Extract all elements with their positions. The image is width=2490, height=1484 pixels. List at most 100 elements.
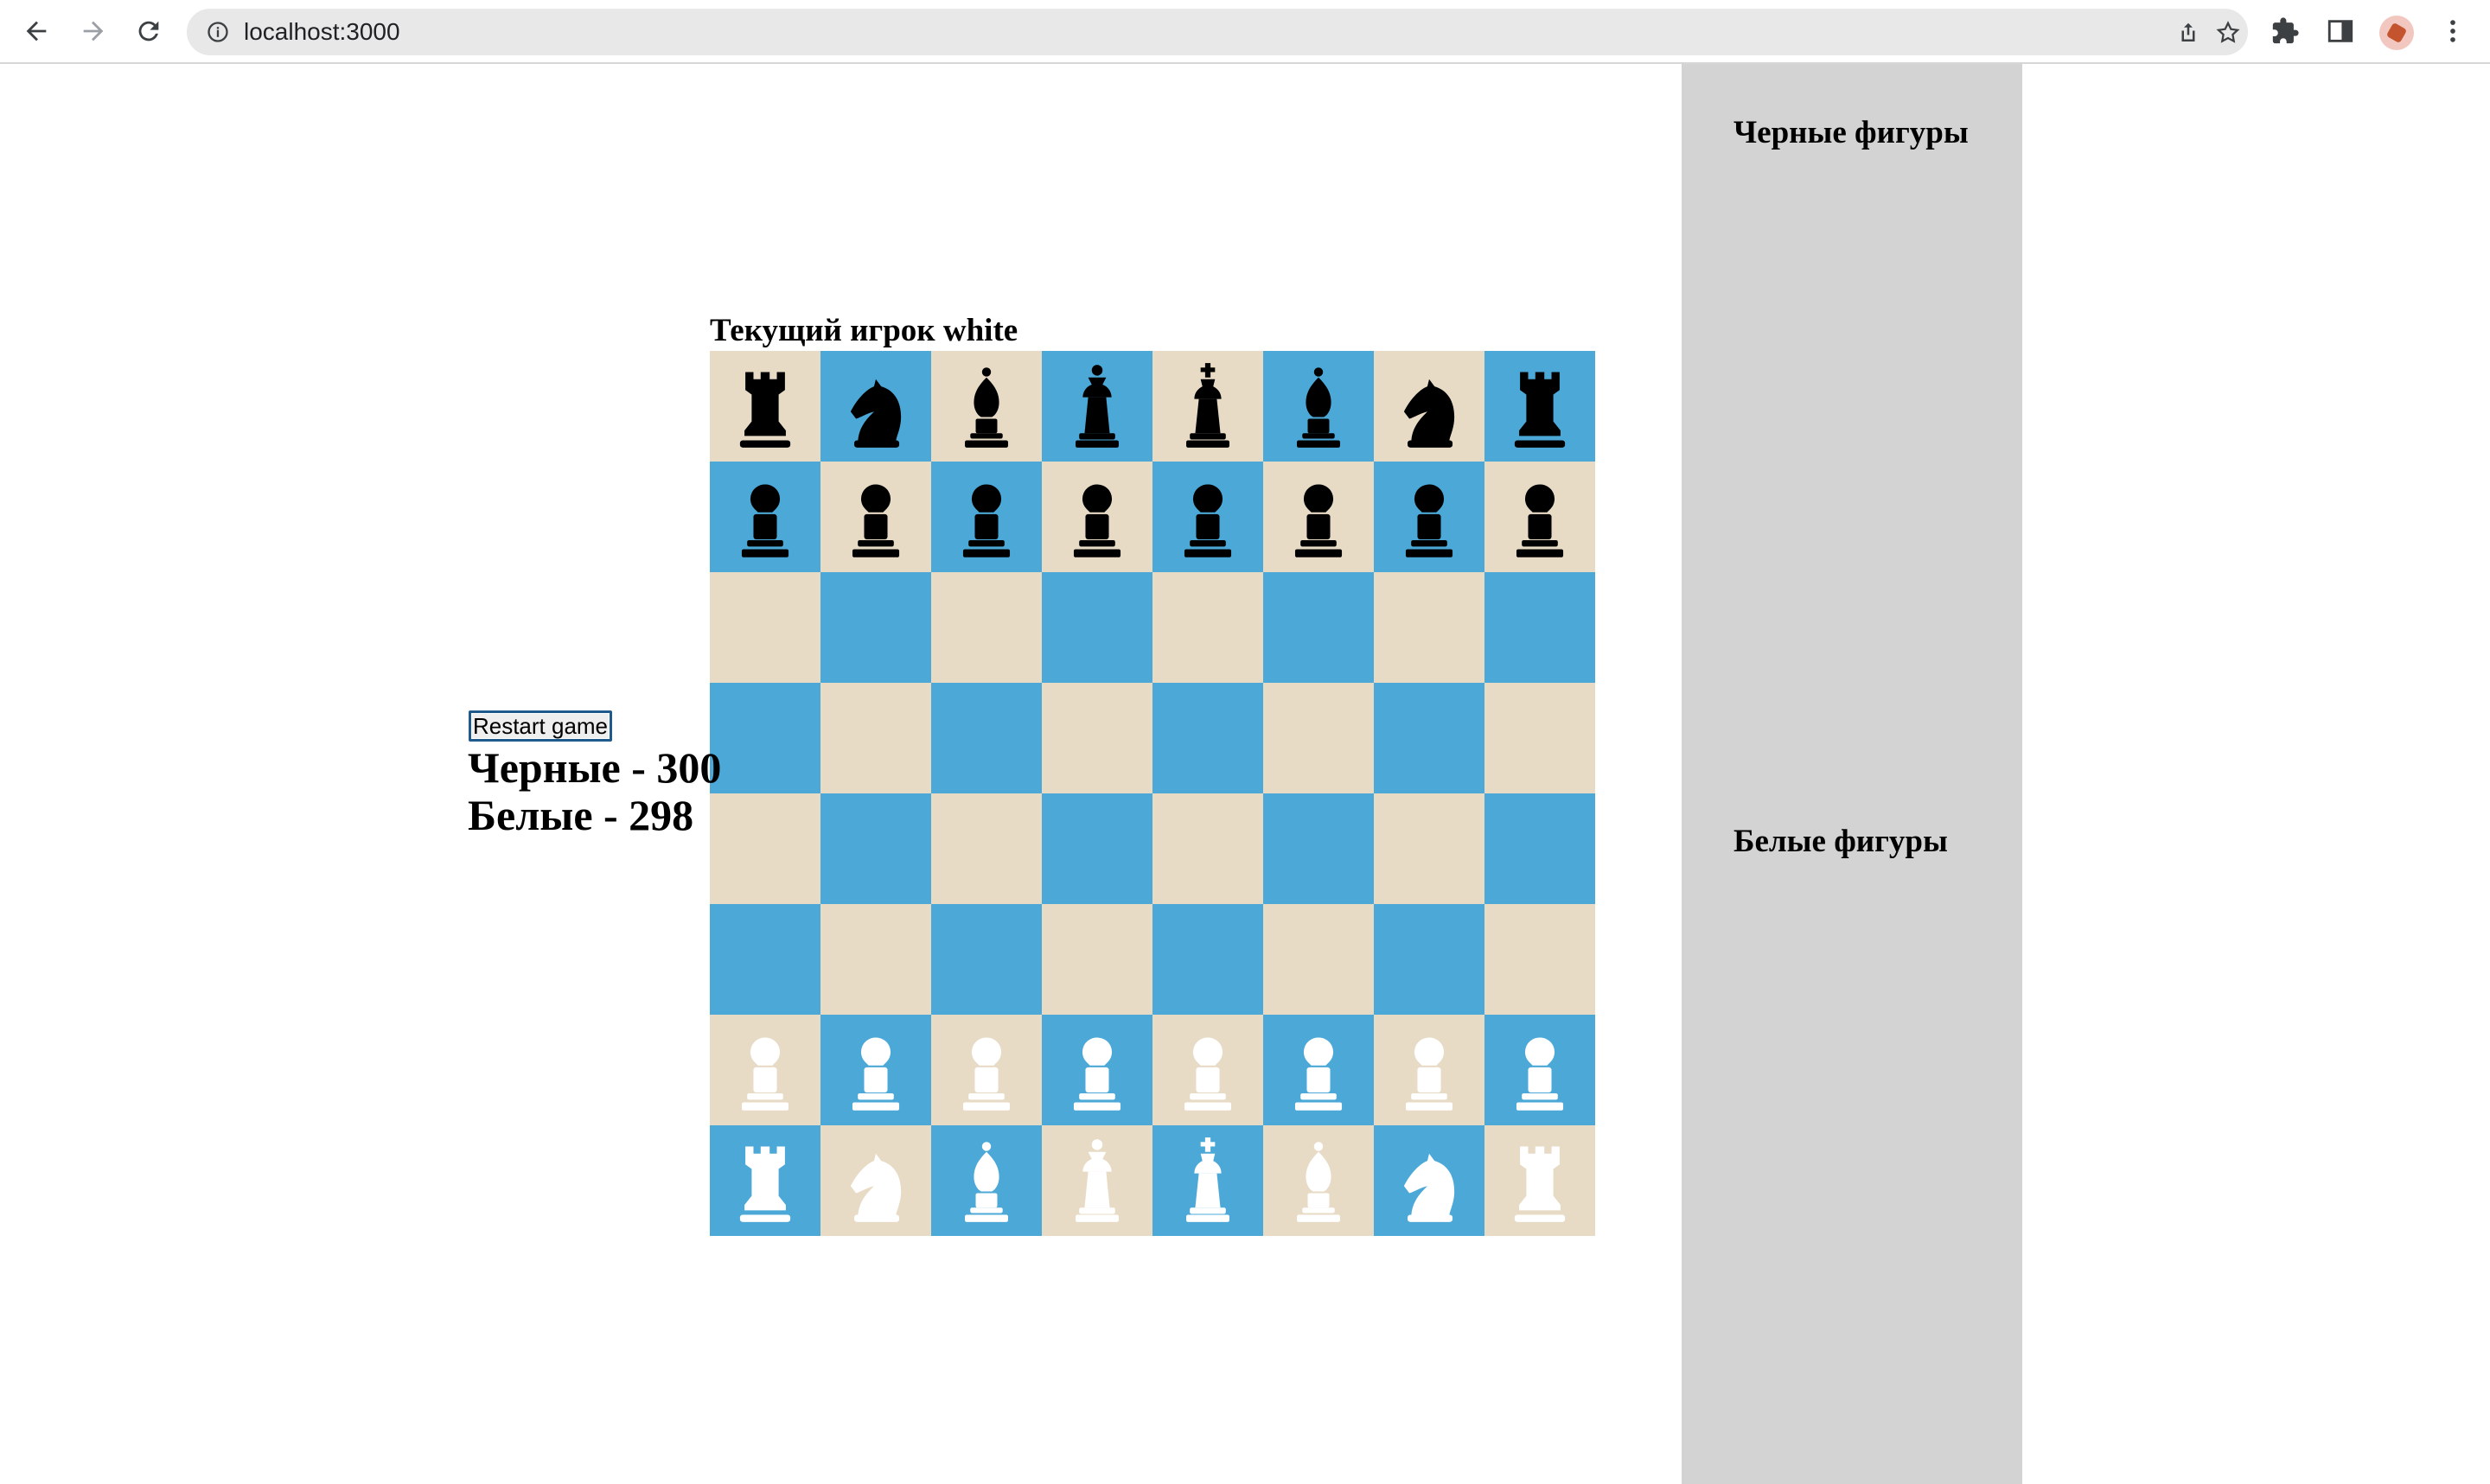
restart-game-button[interactable]: Restart game [469, 710, 612, 742]
board-square[interactable] [1484, 683, 1595, 793]
board-square[interactable] [931, 683, 1042, 793]
white-pawn-icon[interactable] [1163, 1022, 1253, 1118]
board-square[interactable] [1152, 793, 1263, 904]
black-queen-icon[interactable] [1052, 359, 1142, 454]
board-square[interactable] [931, 462, 1042, 572]
black-knight-icon[interactable] [831, 359, 921, 454]
board-square[interactable] [1263, 793, 1374, 904]
board-square[interactable] [1484, 1125, 1595, 1236]
board-square[interactable] [1152, 904, 1263, 1015]
white-rook-icon[interactable] [1495, 1133, 1585, 1228]
board-square[interactable] [1042, 793, 1152, 904]
board-square[interactable] [710, 1015, 820, 1125]
black-bishop-icon[interactable] [1274, 359, 1363, 454]
board-square[interactable] [820, 1125, 931, 1236]
board-square[interactable] [1374, 1015, 1484, 1125]
white-pawn-icon[interactable] [720, 1022, 810, 1118]
share-icon[interactable] [2175, 20, 2201, 46]
board-square[interactable] [931, 1015, 1042, 1125]
white-pawn-icon[interactable] [1274, 1022, 1363, 1118]
board-square[interactable] [1374, 683, 1484, 793]
extensions-puzzle-icon[interactable] [2270, 16, 2300, 46]
board-square[interactable] [1263, 351, 1374, 462]
black-pawn-icon[interactable] [720, 469, 810, 564]
board-square[interactable] [1152, 1015, 1263, 1125]
white-bishop-icon[interactable] [942, 1133, 1031, 1228]
board-square[interactable] [710, 462, 820, 572]
bookmark-star-icon[interactable] [2215, 20, 2241, 46]
side-panel-icon[interactable] [2326, 16, 2355, 46]
more-menu-icon[interactable] [2438, 16, 2468, 46]
board-square[interactable] [1263, 462, 1374, 572]
board-square[interactable] [1152, 462, 1263, 572]
black-pawn-icon[interactable] [942, 469, 1031, 564]
address-bar[interactable]: localhost:3000 [187, 9, 2248, 55]
board-square[interactable] [1374, 462, 1484, 572]
board-square[interactable] [1152, 683, 1263, 793]
board-square[interactable] [1484, 351, 1595, 462]
board-square[interactable] [820, 572, 931, 683]
board-square[interactable] [710, 351, 820, 462]
board-square[interactable] [1263, 904, 1374, 1015]
black-pawn-icon[interactable] [831, 469, 921, 564]
board-square[interactable] [820, 793, 931, 904]
board-square[interactable] [1263, 572, 1374, 683]
board-square[interactable] [820, 1015, 931, 1125]
black-knight-icon[interactable] [1384, 359, 1474, 454]
info-icon[interactable] [206, 20, 230, 44]
black-pawn-icon[interactable] [1274, 469, 1363, 564]
board-square[interactable] [1152, 572, 1263, 683]
board-square[interactable] [931, 351, 1042, 462]
board-square[interactable] [1042, 1125, 1152, 1236]
forward-button[interactable] [74, 12, 112, 50]
board-square[interactable] [1374, 351, 1484, 462]
board-square[interactable] [1263, 683, 1374, 793]
white-bishop-icon[interactable] [1274, 1133, 1363, 1228]
board-square[interactable] [1484, 462, 1595, 572]
board-square[interactable] [1042, 1015, 1152, 1125]
white-queen-icon[interactable] [1052, 1133, 1142, 1228]
board-square[interactable] [1484, 1015, 1595, 1125]
board-square[interactable] [931, 572, 1042, 683]
black-king-icon[interactable] [1163, 359, 1253, 454]
back-button[interactable] [17, 12, 55, 50]
board-square[interactable] [931, 793, 1042, 904]
white-rook-icon[interactable] [720, 1133, 810, 1228]
board-square[interactable] [1374, 793, 1484, 904]
board-square[interactable] [710, 683, 820, 793]
board-square[interactable] [820, 462, 931, 572]
board-square[interactable] [710, 1125, 820, 1236]
board-square[interactable] [820, 904, 931, 1015]
board-square[interactable] [1263, 1015, 1374, 1125]
board-square[interactable] [1374, 904, 1484, 1015]
board-square[interactable] [931, 1125, 1042, 1236]
board-square[interactable] [1374, 1125, 1484, 1236]
board-square[interactable] [1152, 1125, 1263, 1236]
board-square[interactable] [1484, 904, 1595, 1015]
black-pawn-icon[interactable] [1384, 469, 1474, 564]
board-square[interactable] [820, 351, 931, 462]
board-square[interactable] [1042, 351, 1152, 462]
board-square[interactable] [820, 683, 931, 793]
board-square[interactable] [710, 793, 820, 904]
white-king-icon[interactable] [1163, 1133, 1253, 1228]
board-square[interactable] [1042, 904, 1152, 1015]
black-rook-icon[interactable] [1495, 359, 1585, 454]
board-square[interactable] [1484, 572, 1595, 683]
board-square[interactable] [710, 572, 820, 683]
profile-avatar[interactable] [2379, 16, 2414, 50]
black-pawn-icon[interactable] [1495, 469, 1585, 564]
black-rook-icon[interactable] [720, 359, 810, 454]
white-knight-icon[interactable] [831, 1133, 921, 1228]
white-pawn-icon[interactable] [942, 1022, 1031, 1118]
white-pawn-icon[interactable] [1495, 1022, 1585, 1118]
board-square[interactable] [1484, 793, 1595, 904]
board-square[interactable] [710, 904, 820, 1015]
reload-button[interactable] [130, 12, 168, 50]
board-square[interactable] [1152, 351, 1263, 462]
white-pawn-icon[interactable] [1052, 1022, 1142, 1118]
white-pawn-icon[interactable] [1384, 1022, 1474, 1118]
board-square[interactable] [1042, 683, 1152, 793]
black-bishop-icon[interactable] [942, 359, 1031, 454]
white-knight-icon[interactable] [1384, 1133, 1474, 1228]
